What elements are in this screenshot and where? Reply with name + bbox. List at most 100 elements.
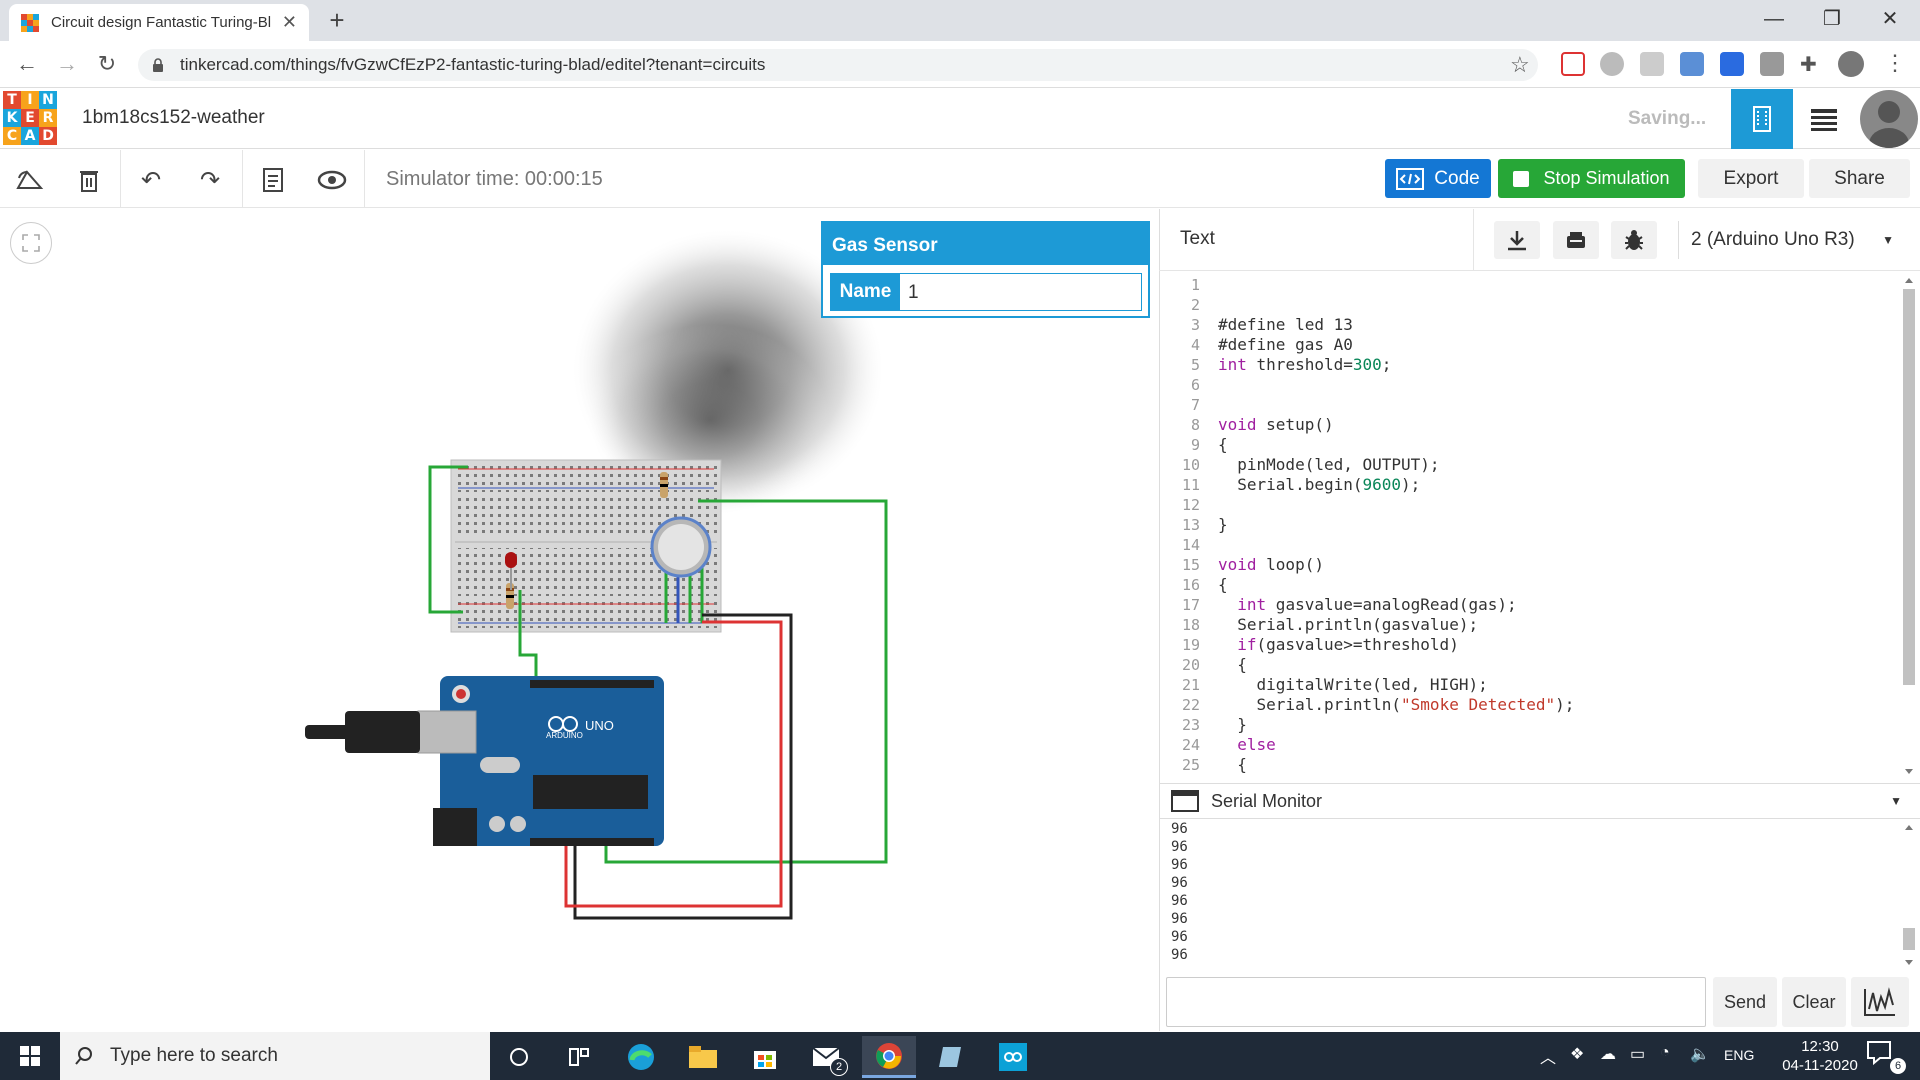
clear-button[interactable]: Clear bbox=[1782, 977, 1846, 1027]
code-line: 12 bbox=[1160, 495, 1900, 515]
code-button[interactable]: Code bbox=[1385, 159, 1491, 198]
rotate-icon[interactable] bbox=[13, 163, 47, 197]
tinkercad-favicon bbox=[21, 13, 39, 32]
line-number: 1 bbox=[1190, 276, 1200, 294]
action-center-button[interactable]: 6 bbox=[1866, 1040, 1906, 1074]
user-avatar[interactable] bbox=[1860, 90, 1918, 148]
name-input[interactable]: 1 bbox=[900, 274, 1141, 310]
delete-icon[interactable] bbox=[72, 163, 106, 197]
header-divider bbox=[1473, 209, 1474, 271]
logo-letter: D bbox=[39, 127, 57, 145]
cortana-icon[interactable] bbox=[492, 1036, 546, 1078]
debugger-button[interactable] bbox=[1611, 221, 1657, 259]
serial-line: 96 bbox=[1171, 857, 1188, 873]
collapse-caret-icon[interactable]: ▼ bbox=[1890, 794, 1902, 808]
code-editor[interactable]: 1 2 3 #define led 13 4 #define gas A0 5 int thr… bbox=[1160, 275, 1900, 777]
mail-icon[interactable]: 2 bbox=[800, 1036, 854, 1078]
search-icon bbox=[75, 1047, 92, 1065]
circuit-canvas[interactable]: UNO ARDUINO bbox=[0, 209, 1158, 1032]
project-name[interactable]: 1bm18cs152-weather bbox=[82, 107, 265, 129]
start-button[interactable] bbox=[0, 1032, 60, 1080]
notepad-app-icon[interactable] bbox=[924, 1036, 978, 1078]
libraries-button[interactable] bbox=[1553, 221, 1599, 259]
chrome-menu-icon[interactable]: ⋮ bbox=[1884, 50, 1906, 76]
line-number: 21 bbox=[1181, 676, 1200, 694]
code-line: 17 int gasvalue=analogRead(gas); bbox=[1160, 595, 1900, 615]
reload-icon[interactable]: ↻ bbox=[92, 50, 122, 80]
download-extension-icon[interactable] bbox=[1760, 52, 1784, 76]
dropdown-caret-icon: ▼ bbox=[1882, 233, 1894, 247]
extension-icon[interactable] bbox=[1640, 52, 1664, 76]
profile-avatar[interactable] bbox=[1838, 51, 1864, 77]
undo-icon[interactable]: ↶ bbox=[134, 163, 168, 197]
board-select[interactable]: 2 (Arduino Uno R3) ▼ bbox=[1678, 221, 1908, 259]
battery-icon[interactable]: ▭ bbox=[1630, 1044, 1645, 1064]
network-icon[interactable]: ◔ bbox=[1660, 1044, 1670, 1062]
code-scrollbar[interactable] bbox=[1902, 275, 1916, 777]
maximize-icon[interactable]: ❐ bbox=[1804, 0, 1860, 41]
code-text: Serial.println("Smoke Detected"); bbox=[1218, 695, 1575, 714]
graph-icon bbox=[1864, 987, 1895, 1016]
volume-icon[interactable]: 🔈 bbox=[1690, 1044, 1710, 1064]
redo-icon[interactable]: ↷ bbox=[193, 163, 227, 197]
chrome-taskbar-icon[interactable] bbox=[862, 1036, 916, 1078]
arduino-ide-icon[interactable] bbox=[986, 1036, 1040, 1078]
back-icon[interactable]: ← bbox=[12, 50, 42, 80]
taskbar-search[interactable]: Type here to search bbox=[60, 1032, 490, 1080]
dropbox-icon[interactable]: ❖ bbox=[1570, 1044, 1584, 1064]
share-button[interactable]: Share bbox=[1809, 159, 1910, 198]
serial-line: 96 bbox=[1171, 839, 1188, 855]
serial-plotter-button[interactable] bbox=[1851, 977, 1909, 1027]
code-text: void loop() bbox=[1218, 555, 1324, 574]
code-line: 1 bbox=[1160, 275, 1900, 295]
line-number: 16 bbox=[1181, 576, 1200, 594]
serial-scrollbar[interactable] bbox=[1902, 822, 1916, 968]
resistor[interactable] bbox=[660, 472, 668, 498]
code-text: { bbox=[1218, 435, 1228, 454]
language-indicator[interactable]: ENG bbox=[1724, 1047, 1754, 1063]
tab-title: Circuit design Fantastic Turing-Bl bbox=[51, 14, 272, 31]
task-view-icon[interactable] bbox=[552, 1036, 606, 1078]
logo-letter: E bbox=[21, 109, 39, 127]
serial-input[interactable] bbox=[1166, 977, 1706, 1027]
extensions-puzzle-icon[interactable]: ✚ bbox=[1800, 52, 1817, 77]
bookmark-star-icon[interactable]: ☆ bbox=[1510, 52, 1530, 78]
extension-icon[interactable] bbox=[1600, 52, 1624, 76]
close-window-icon[interactable]: ✕ bbox=[1862, 0, 1918, 41]
file-explorer-icon[interactable] bbox=[676, 1036, 730, 1078]
download-code-button[interactable] bbox=[1494, 221, 1540, 259]
component-list-button[interactable] bbox=[1793, 89, 1855, 149]
export-button[interactable]: Export bbox=[1698, 159, 1804, 198]
new-tab-button[interactable]: + bbox=[322, 6, 352, 36]
url-bar[interactable]: tinkercad.com/things/fvGzwCfEzP2-fantast… bbox=[138, 49, 1538, 81]
logo-letter: N bbox=[39, 91, 57, 109]
code-text: void setup() bbox=[1218, 415, 1334, 434]
logo-letter: T bbox=[3, 91, 21, 109]
show-hidden-icons[interactable]: ︿ bbox=[1540, 1044, 1556, 1068]
minimize-icon[interactable]: — bbox=[1746, 0, 1802, 41]
tinkercad-logo[interactable]: T I N K E R C A D bbox=[3, 91, 57, 145]
serial-line: 96 bbox=[1171, 893, 1188, 909]
puzzle-blue-extension-icon[interactable] bbox=[1720, 52, 1744, 76]
clock[interactable]: 12:30 04-11-2020 bbox=[1780, 1037, 1860, 1075]
pocket-extension-icon[interactable] bbox=[1561, 52, 1585, 76]
browser-tab[interactable]: Circuit design Fantastic Turing-Bl ✕ bbox=[9, 4, 309, 41]
line-number: 17 bbox=[1181, 596, 1200, 614]
serial-monitor-header[interactable]: Serial Monitor ▼ bbox=[1159, 783, 1920, 819]
send-button[interactable]: Send bbox=[1713, 977, 1777, 1027]
circuit-view-button[interactable] bbox=[1731, 89, 1793, 149]
camera-extension-icon[interactable] bbox=[1680, 52, 1704, 76]
edge-browser-icon[interactable] bbox=[614, 1036, 668, 1078]
close-tab-icon[interactable]: ✕ bbox=[282, 12, 297, 33]
code-mode-select[interactable]: Text bbox=[1180, 228, 1215, 250]
code-text: { bbox=[1218, 655, 1247, 674]
onedrive-icon[interactable]: ☁ bbox=[1600, 1044, 1616, 1064]
stop-simulation-button[interactable]: Stop Simulation bbox=[1498, 159, 1685, 198]
code-text: pinMode(led, OUTPUT); bbox=[1218, 455, 1440, 474]
arduino-uno-board[interactable]: UNO ARDUINO bbox=[417, 676, 664, 846]
notes-icon[interactable] bbox=[256, 163, 290, 197]
store-icon[interactable] bbox=[738, 1036, 792, 1078]
visibility-eye-icon[interactable] bbox=[315, 163, 349, 197]
forward-icon[interactable]: → bbox=[52, 50, 82, 80]
